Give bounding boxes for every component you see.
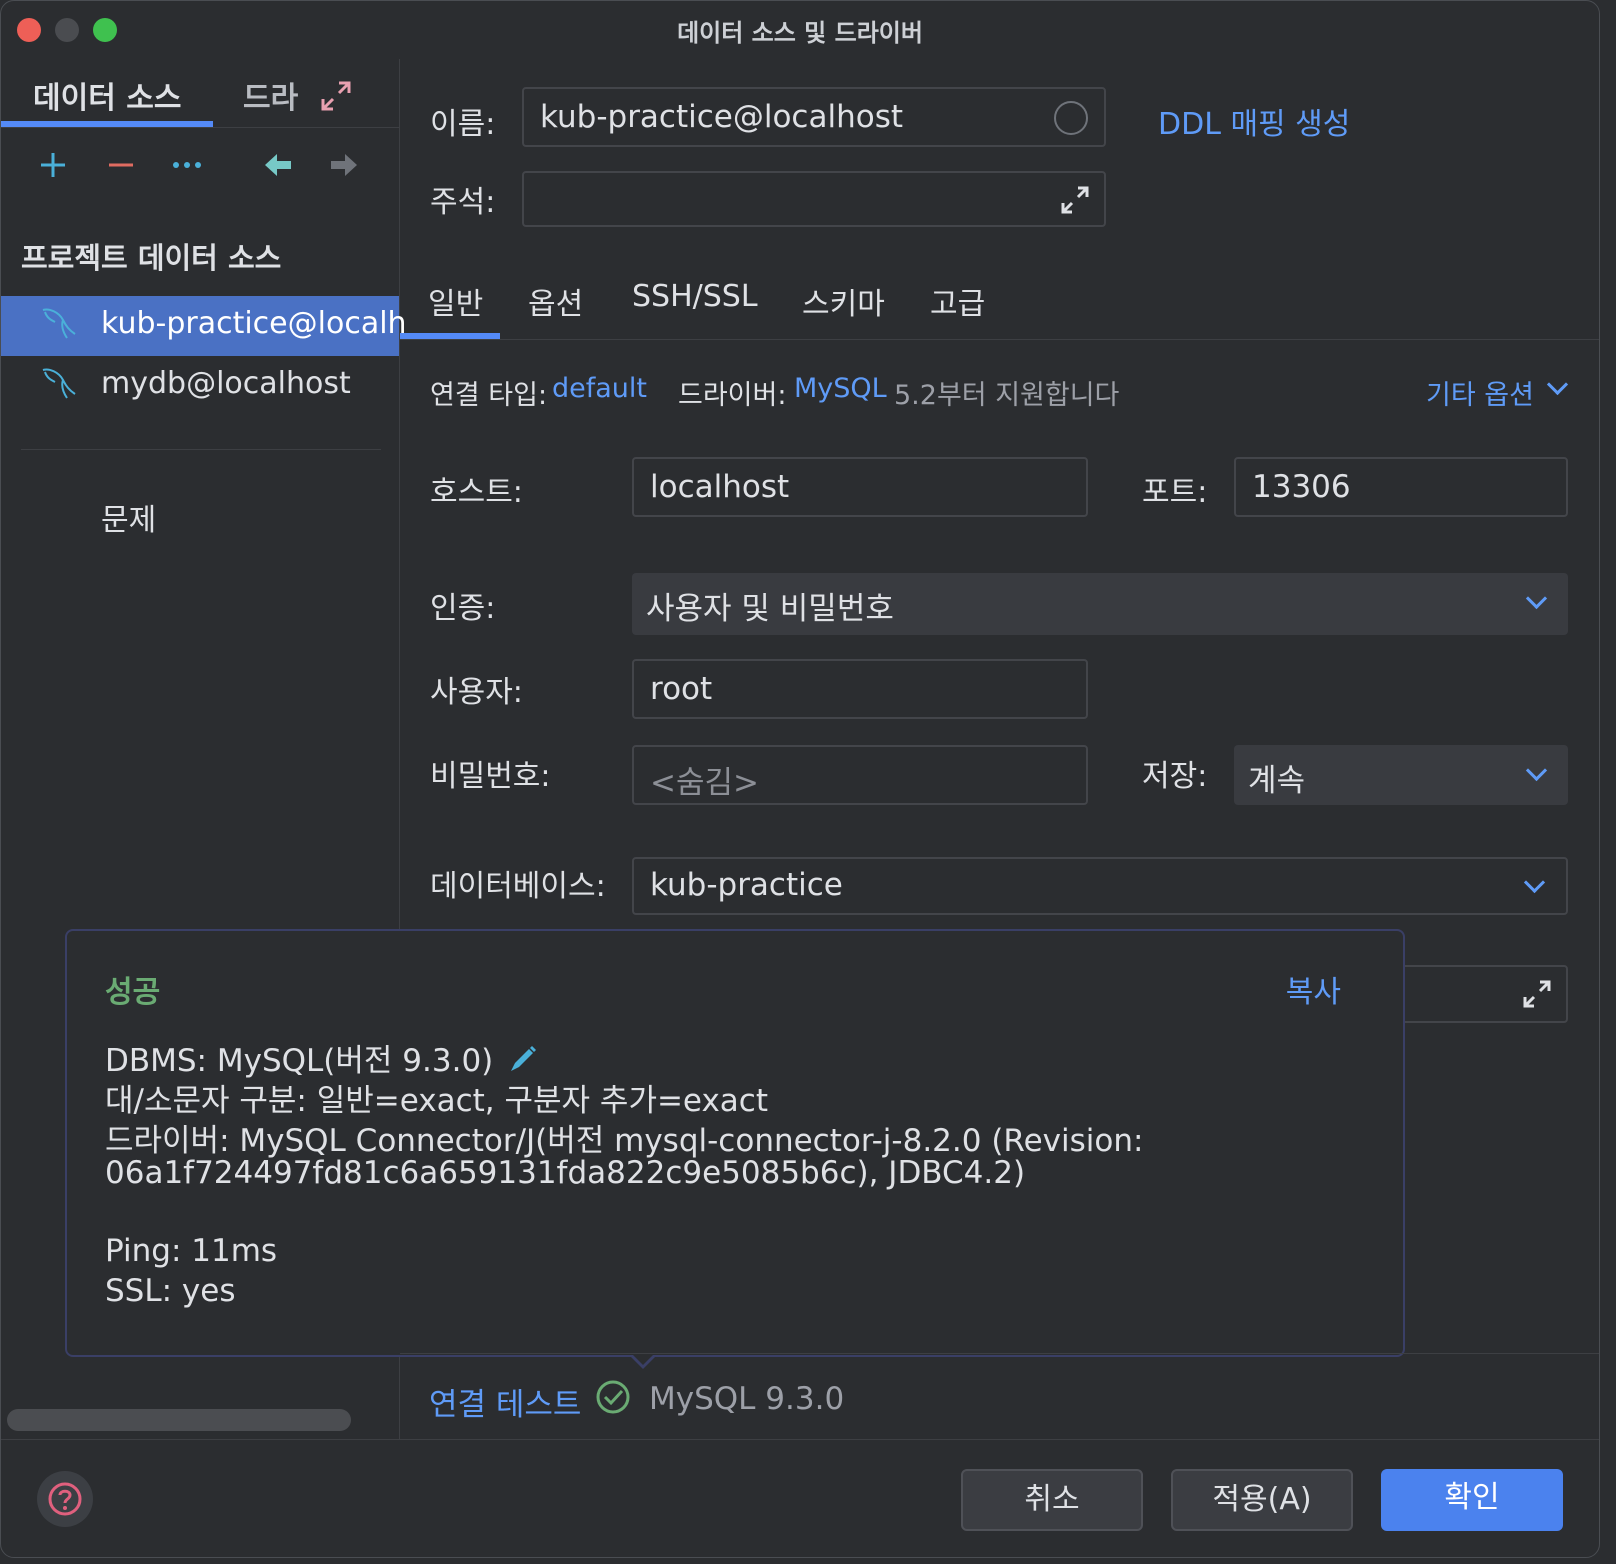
footer-divider (1, 1439, 1599, 1440)
chevron-down-icon[interactable] (1523, 871, 1546, 894)
database-value: kub-practice (650, 867, 843, 903)
user-field[interactable]: root (632, 659, 1088, 719)
host-value: localhost (650, 469, 790, 505)
password-field[interactable]: <숨김> (632, 745, 1088, 805)
data-source-label: kub-practice@localh (101, 306, 407, 341)
user-value: root (650, 671, 713, 707)
case-sensitivity-line: 대/소문자 구분: 일반=exact, 구분자 추가=exact (105, 1083, 769, 1119)
horizontal-scrollbar[interactable] (7, 1409, 351, 1431)
connection-type-label: 연결 타입: (430, 380, 548, 411)
color-picker-circle[interactable] (1054, 101, 1088, 135)
chevron-down-icon[interactable] (1546, 373, 1569, 396)
driver-note: 5.2부터 지원합니다 (894, 380, 1120, 411)
chevron-down-icon (1525, 587, 1548, 610)
help-icon (48, 1482, 82, 1516)
driver-link[interactable]: MySQL (794, 373, 887, 404)
name-value: kub-practice@localhost (540, 99, 904, 135)
expand-icon[interactable] (319, 79, 353, 113)
cancel-button[interactable]: 취소 (961, 1469, 1143, 1531)
tab-options[interactable]: 옵션 (528, 279, 583, 323)
window-title: 데이터 소스 및 드라이버 (677, 19, 923, 47)
port-value: 13306 (1252, 469, 1351, 505)
list-divider (21, 449, 381, 450)
section-project-data-sources: 프로젝트 데이터 소스 (21, 241, 282, 275)
host-label: 호스트: (430, 475, 523, 510)
data-source-label: mydb@localhost (101, 366, 351, 401)
comment-label: 주석: (430, 185, 496, 220)
port-field[interactable]: 13306 (1234, 457, 1568, 517)
comment-field[interactable] (522, 171, 1106, 227)
popup-pointer-fill (631, 1353, 655, 1365)
dbms-line: DBMS: MySQL(버전 9.3.0) (105, 1035, 539, 1080)
mysql-dolphin-icon (42, 308, 76, 339)
tab-divider (1, 127, 399, 128)
tab-drivers[interactable]: 드라 (243, 73, 299, 117)
add-icon[interactable] (39, 151, 67, 179)
apply-button[interactable]: 적용(A) (1171, 1469, 1353, 1531)
test-result-version: MySQL 9.3.0 (649, 1381, 845, 1417)
tab-schemas[interactable]: 스키마 (802, 279, 885, 323)
back-icon[interactable] (263, 151, 293, 179)
data-sources-dialog: 데이터 소스 및 드라이버 데이터 소스 드라 프로젝트 데이터 소스 kub-… (0, 0, 1600, 1558)
test-connection-link[interactable]: 연결 테스트 (429, 1379, 581, 1424)
pencil-icon[interactable] (507, 1043, 539, 1075)
ddl-mapping-link[interactable]: DDL 매핑 생성 (1158, 99, 1350, 143)
chevron-down-icon (1525, 759, 1548, 782)
title-bar: 데이터 소스 및 드라이버 (1, 1, 1599, 59)
more-options-link[interactable]: 기타 옵션 (1426, 373, 1534, 412)
connection-type-link[interactable]: default (552, 373, 647, 404)
driver-revision-line: 06a1f724497fd81c6a659131fda822c9e5085b6c… (105, 1155, 1026, 1191)
expand-icon[interactable] (1060, 185, 1090, 215)
port-label: 포트: (1142, 475, 1208, 510)
ok-button[interactable]: 확인 (1381, 1469, 1563, 1531)
mysql-dolphin-icon (42, 368, 76, 399)
password-label: 비밀번호: (430, 759, 551, 794)
tab-ssh-ssl[interactable]: SSH/SSL (632, 279, 758, 314)
tab-general[interactable]: 일반 (428, 279, 483, 323)
help-button[interactable] (37, 1471, 93, 1527)
dbms-text: DBMS: MySQL(버전 9.3.0) (105, 1043, 494, 1079)
tab-advanced[interactable]: 고급 (930, 279, 985, 323)
copy-link[interactable]: 복사 (1286, 967, 1341, 1011)
forward-icon[interactable] (329, 151, 359, 179)
tabs-divider (400, 339, 1599, 340)
save-value: 계속 (1248, 763, 1306, 799)
name-field[interactable]: kub-practice@localhost (522, 87, 1106, 147)
tab-data-sources[interactable]: 데이터 소스 (33, 73, 181, 117)
driver-label: 드라이버: (678, 380, 787, 411)
save-select[interactable]: 계속 (1234, 745, 1568, 805)
test-divider (400, 1353, 1599, 1354)
data-source-item-mydb[interactable]: mydb@localhost (1, 356, 399, 416)
user-label: 사용자: (430, 675, 523, 710)
database-label: 데이터베이스: (430, 869, 606, 904)
more-icon[interactable] (171, 151, 203, 179)
auth-value: 사용자 및 비밀번호 (646, 591, 894, 627)
expand-icon[interactable] (1522, 979, 1552, 1009)
connection-test-popup: 성공 복사 DBMS: MySQL(버전 9.3.0) 대/소문자 구분: 일반… (65, 929, 1405, 1357)
ssl-line: SSL: yes (105, 1273, 236, 1309)
auth-select[interactable]: 사용자 및 비밀번호 (632, 573, 1568, 635)
name-label: 이름: (430, 107, 496, 142)
save-label: 저장: (1142, 759, 1208, 794)
data-source-item-kub-practice[interactable]: kub-practice@localh (1, 296, 407, 356)
password-placeholder: <숨김> (650, 765, 759, 801)
problems-item[interactable]: 문제 (101, 495, 156, 539)
host-field[interactable]: localhost (632, 457, 1088, 517)
ping-line: Ping: 11ms (105, 1233, 278, 1269)
success-status: 성공 (105, 975, 161, 1010)
check-circle-icon (596, 1380, 630, 1414)
remove-icon[interactable] (107, 151, 135, 179)
driver-line: 드라이버: MySQL Connector/J(버전 mysql-connect… (105, 1123, 1144, 1159)
auth-label: 인증: (430, 591, 496, 626)
database-field[interactable]: kub-practice (632, 857, 1568, 915)
